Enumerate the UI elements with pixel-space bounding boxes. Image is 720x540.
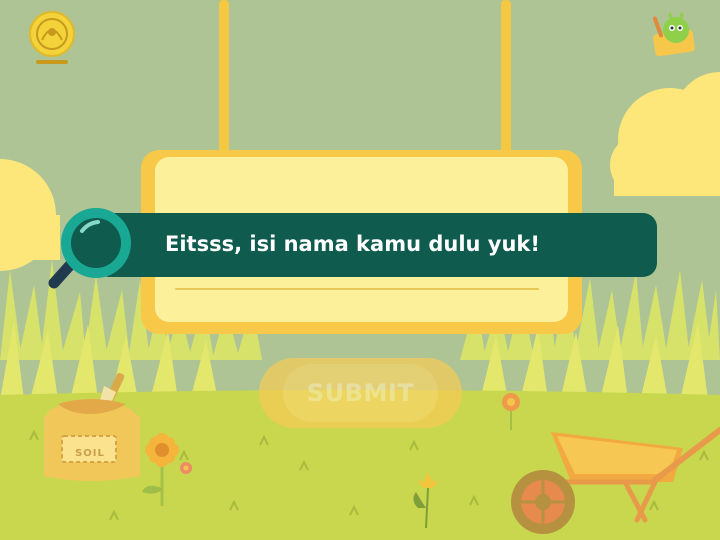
sunflower-icon	[142, 433, 192, 506]
game-screen: Eitsss, isi nama kamu dulu yuk! SUBMIT S…	[0, 0, 720, 540]
soil-bag-icon	[44, 372, 140, 481]
sign-rope-right	[501, 0, 511, 160]
magnifying-glass-icon	[48, 208, 131, 289]
prompt-message: Eitsss, isi nama kamu dulu yuk!	[165, 232, 540, 256]
submit-button[interactable]: SUBMIT	[259, 358, 462, 428]
soil-bag-label: SOIL	[75, 448, 105, 459]
submit-button-label: SUBMIT	[306, 379, 415, 407]
sign-rope-left	[219, 0, 229, 160]
mascot-icon	[652, 12, 695, 57]
wheelbarrow-icon	[511, 427, 720, 534]
institution-emblem-icon	[29, 11, 75, 64]
yellow-flower-icon	[413, 472, 438, 528]
cloud-right	[610, 72, 720, 196]
name-input-underline	[175, 288, 539, 290]
